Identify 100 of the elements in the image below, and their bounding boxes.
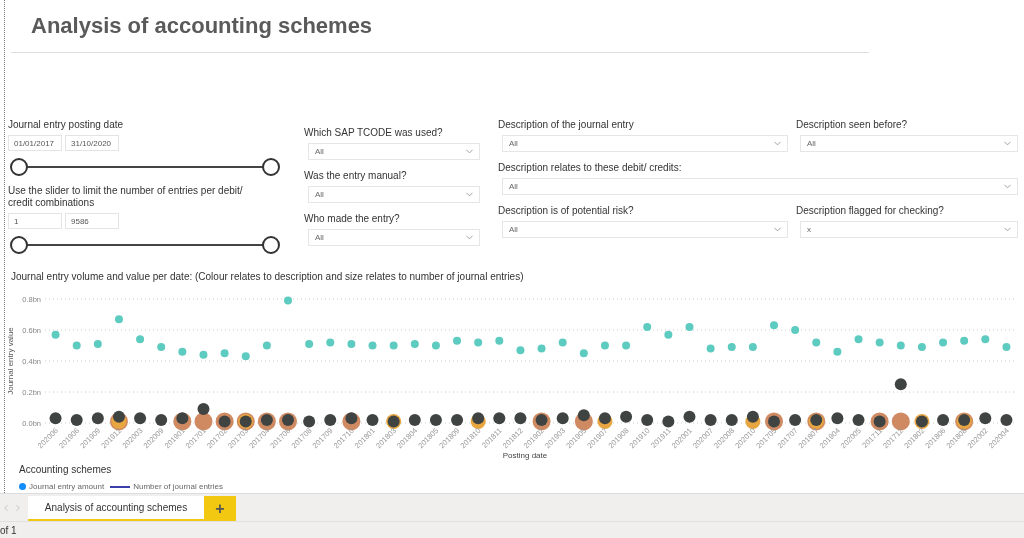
data-point bbox=[917, 343, 926, 352]
dropdown[interactable]: x bbox=[800, 221, 1018, 238]
slider-handle[interactable] bbox=[10, 158, 28, 176]
data-point bbox=[493, 412, 506, 425]
dropdown[interactable]: All bbox=[308, 186, 480, 203]
data-point bbox=[748, 343, 757, 352]
data-point bbox=[770, 321, 778, 330]
data-point bbox=[155, 413, 168, 426]
dropdown[interactable]: All bbox=[308, 143, 480, 160]
data-point bbox=[812, 338, 821, 347]
page-title: Analysis of accounting schemes bbox=[31, 13, 373, 39]
slider-handle[interactable] bbox=[10, 236, 28, 254]
data-point bbox=[833, 347, 842, 356]
number-field[interactable]: 1 bbox=[8, 213, 62, 229]
date-field[interactable]: 01/01/2017 bbox=[8, 135, 62, 151]
data-point bbox=[939, 338, 948, 347]
range-slider[interactable] bbox=[10, 235, 280, 255]
legend-label: Number of journal entries bbox=[133, 482, 223, 491]
data-point bbox=[366, 413, 379, 426]
data-point bbox=[685, 322, 694, 331]
page-count: of 1 bbox=[0, 524, 17, 536]
data-point bbox=[134, 412, 147, 425]
data-point bbox=[324, 413, 337, 426]
data-point bbox=[960, 336, 969, 345]
data-point bbox=[157, 343, 166, 352]
x-axis-title: Posting date bbox=[502, 451, 548, 460]
dropdown[interactable]: All bbox=[502, 178, 1018, 195]
data-point bbox=[178, 347, 187, 356]
data-point bbox=[704, 413, 717, 426]
data-point bbox=[662, 415, 675, 428]
range-slider[interactable] bbox=[10, 157, 280, 177]
filter-label: Description is of potential risk? bbox=[498, 205, 635, 217]
data-point bbox=[981, 335, 990, 344]
data-point bbox=[284, 296, 292, 305]
dropdown[interactable]: All bbox=[502, 135, 788, 152]
data-point bbox=[495, 336, 504, 345]
data-point bbox=[875, 338, 884, 347]
add-page-button[interactable]: + bbox=[204, 496, 236, 521]
data-point bbox=[431, 341, 440, 350]
dropdown[interactable]: All bbox=[308, 229, 480, 246]
data-point bbox=[514, 412, 527, 425]
data-point bbox=[725, 413, 738, 426]
data-point bbox=[49, 412, 62, 425]
data-point bbox=[199, 350, 208, 359]
page-tab[interactable]: Analysis of accounting schemes bbox=[28, 496, 204, 521]
filter-label: Use the slider to limit the number of entries per debit/ credit combinations bbox=[8, 185, 244, 209]
dropdown[interactable]: All bbox=[502, 221, 788, 238]
data-point bbox=[896, 341, 905, 350]
data-point bbox=[854, 335, 863, 344]
data-point bbox=[136, 335, 145, 344]
data-point bbox=[70, 413, 83, 426]
number-field[interactable]: 9586 bbox=[65, 213, 119, 229]
data-point bbox=[746, 410, 759, 423]
chart-title: Journal entry volume and value per date: (Colour relates to description and size relates to number of journal entries) bbox=[11, 271, 525, 282]
data-point bbox=[600, 341, 609, 350]
data-point bbox=[791, 326, 800, 334]
data-point bbox=[453, 336, 462, 345]
y-axis-title: Journal entry value bbox=[6, 327, 15, 395]
data-point bbox=[51, 330, 60, 339]
data-point bbox=[1000, 413, 1013, 426]
data-point bbox=[72, 341, 81, 350]
data-point bbox=[472, 412, 485, 425]
filter-label: Was the entry manual? bbox=[304, 170, 408, 182]
filter-label: Journal entry posting date bbox=[8, 119, 125, 131]
filter-label: Description seen before? bbox=[796, 119, 909, 131]
data-point bbox=[579, 349, 588, 358]
data-point bbox=[410, 339, 419, 348]
data-point bbox=[937, 413, 950, 426]
data-point bbox=[622, 341, 631, 350]
data-point bbox=[598, 412, 611, 425]
filter-label: Description of the journal entry bbox=[498, 119, 635, 131]
slider-handle[interactable] bbox=[262, 236, 280, 254]
data-point bbox=[389, 341, 398, 350]
data-point bbox=[429, 413, 442, 426]
data-point bbox=[852, 413, 865, 426]
data-point bbox=[305, 339, 314, 348]
date-field[interactable]: 31/10/2020 bbox=[65, 135, 119, 151]
data-point bbox=[664, 330, 673, 339]
dropdown[interactable]: All bbox=[800, 135, 1018, 152]
filter-label: Description relates to these debit/ credits: bbox=[498, 162, 683, 174]
data-point bbox=[979, 412, 992, 425]
slider-handle[interactable] bbox=[262, 158, 280, 176]
legend-label: Journal entry amount bbox=[29, 482, 105, 491]
data-point bbox=[474, 338, 483, 347]
data-point bbox=[894, 378, 907, 391]
data-point bbox=[831, 412, 844, 425]
data-point bbox=[303, 415, 316, 428]
data-point bbox=[114, 315, 123, 324]
data-point bbox=[93, 339, 102, 348]
data-point bbox=[241, 352, 250, 361]
data-point bbox=[262, 341, 271, 350]
data-point bbox=[220, 349, 229, 358]
data-point bbox=[451, 413, 464, 426]
data-point bbox=[1002, 343, 1011, 352]
data-point bbox=[683, 410, 696, 423]
data-point bbox=[641, 413, 654, 426]
filter-label: Description flagged for checking? bbox=[796, 205, 945, 217]
data-point bbox=[91, 412, 104, 425]
data-point bbox=[347, 339, 356, 348]
data-point bbox=[537, 344, 546, 353]
